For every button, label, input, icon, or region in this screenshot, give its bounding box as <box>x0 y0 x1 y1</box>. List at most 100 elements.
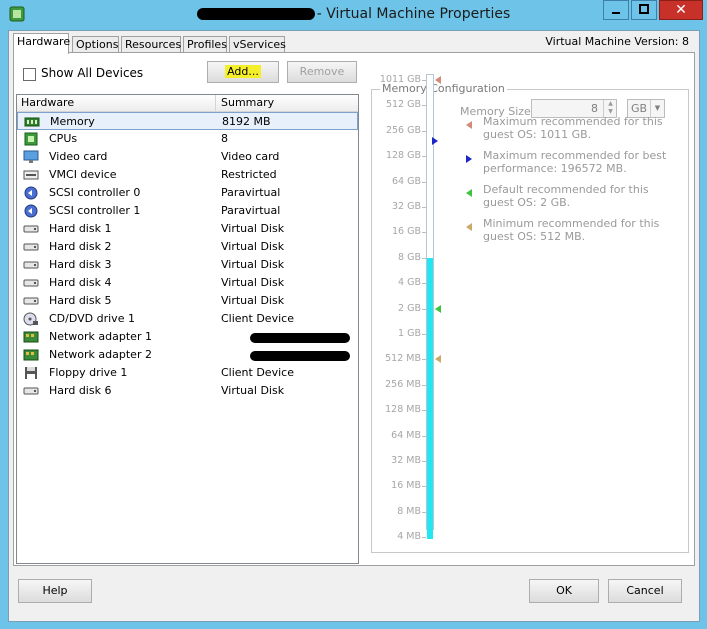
network-icon <box>23 331 39 343</box>
close-button[interactable]: ✕ <box>659 0 703 20</box>
memory-marker-0 <box>435 76 441 84</box>
title-bar[interactable]: - Virtual Machine Properties ✕ <box>0 0 707 30</box>
device-summary: Video card <box>221 150 280 163</box>
scale-label: 256 MB <box>385 378 421 390</box>
spin-down-icon: ▼ <box>608 108 613 115</box>
device-row-video-card[interactable]: Video card Video card <box>17 148 358 166</box>
recommendation-marker-icon <box>466 223 472 231</box>
tab-resources[interactable]: Resources <box>121 36 181 53</box>
tab-hardware[interactable]: Hardware <box>13 33 70 54</box>
device-row-scsi-controller-1[interactable]: SCSI controller 1 Paravirtual <box>17 202 358 220</box>
column-header-hardware[interactable]: Hardware <box>21 96 74 109</box>
device-summary: Virtual Disk <box>221 294 285 307</box>
monitor-icon <box>23 150 39 163</box>
device-name: Network adapter 1 <box>49 330 152 343</box>
redacted-network-summary <box>250 351 350 361</box>
show-all-devices-checkbox[interactable] <box>23 68 36 81</box>
column-header-summary[interactable]: Summary <box>221 96 274 109</box>
device-summary: 8192 MB <box>222 115 271 128</box>
device-summary: Paravirtual <box>221 204 281 217</box>
memory-marker-2 <box>435 304 441 313</box>
add-button[interactable]: Add... <box>207 61 279 83</box>
cdrom-icon <box>23 312 38 326</box>
recommendation-text: Maximum recommended for best performance… <box>483 149 667 175</box>
device-name: Network adapter 2 <box>49 348 152 361</box>
recommendation-marker-icon <box>466 155 472 163</box>
scale-label: 512 GB <box>385 99 421 111</box>
device-row-hard-disk-3[interactable]: Hard disk 3 Virtual Disk <box>17 256 358 274</box>
show-all-devices-label[interactable]: Show All Devices <box>41 66 143 80</box>
tab-vservices[interactable]: vServices <box>229 36 286 53</box>
vmci-icon <box>23 170 39 180</box>
device-row-hard-disk-4[interactable]: Hard disk 4 Virtual Disk <box>17 274 358 292</box>
device-name: Hard disk 3 <box>49 258 112 271</box>
device-row-floppy-drive-1[interactable]: Floppy drive 1 Client Device <box>17 364 358 382</box>
tab-options[interactable]: Options <box>72 36 119 53</box>
scale-label: 32 MB <box>391 455 421 466</box>
device-name: Hard disk 5 <box>49 294 112 307</box>
harddisk-icon <box>23 387 39 395</box>
add-button-label: Add... <box>225 65 261 78</box>
device-name: VMCI device <box>49 168 117 181</box>
memory-marker-3 <box>435 355 441 364</box>
device-row-memory[interactable]: Memory 8192 MB <box>17 112 358 130</box>
recommendation-text: Maximum recommended for this guest OS: 1… <box>483 115 663 141</box>
scale-label: 16 MB <box>391 480 421 492</box>
device-row-network-adapter-2[interactable]: Network adapter 2 <box>17 346 358 364</box>
recommendation-marker-icon <box>466 189 472 197</box>
device-summary: Virtual Disk <box>221 384 285 397</box>
memory-icon <box>24 117 40 127</box>
scale-label: 4 MB <box>397 531 421 543</box>
column-separator[interactable] <box>215 95 216 111</box>
device-summary: Virtual Disk <box>221 222 285 235</box>
device-row-hard-disk-1[interactable]: Hard disk 1 Virtual Disk <box>17 220 358 238</box>
device-row-cpus[interactable]: CPUs 8 <box>17 130 358 148</box>
device-name: Floppy drive 1 <box>49 366 128 379</box>
close-icon: ✕ <box>675 2 687 18</box>
window-title: - Virtual Machine Properties <box>0 6 707 22</box>
device-name: Hard disk 1 <box>49 222 112 235</box>
device-row-network-adapter-1[interactable]: Network adapter 1 <box>17 328 358 346</box>
help-button[interactable]: Help <box>18 579 92 603</box>
redacted-vm-name <box>196 8 315 20</box>
harddisk-icon <box>23 243 39 251</box>
device-name: Memory <box>50 115 95 128</box>
network-icon <box>23 349 39 361</box>
spin-up-icon: ▲ <box>608 100 613 107</box>
memory-unit-value: GB <box>631 102 648 115</box>
redacted-network-summary <box>250 333 350 343</box>
scale-label: 4 GB <box>398 277 421 289</box>
device-row-hard-disk-6[interactable]: Hard disk 6 Virtual Disk <box>17 382 358 400</box>
scale-label: 64 GB <box>392 175 421 187</box>
floppy-icon <box>25 367 37 379</box>
device-summary: Virtual Disk <box>221 240 285 253</box>
scale-label: 8 MB <box>397 505 421 517</box>
device-summary: Restricted <box>221 168 277 181</box>
device-name: Hard disk 2 <box>49 240 112 253</box>
ok-button[interactable]: OK <box>529 579 599 603</box>
tab-profiles[interactable]: Profiles <box>183 36 227 53</box>
maximize-button[interactable] <box>631 0 657 20</box>
device-summary: 8 <box>221 132 228 145</box>
device-row-cd-dvd-drive-1[interactable]: CD/DVD drive 1 Client Device <box>17 310 358 328</box>
harddisk-icon <box>23 261 39 269</box>
scsi-icon <box>24 186 38 200</box>
scale-label: 8 GB <box>398 251 421 263</box>
remove-button[interactable]: Remove <box>287 61 357 83</box>
scale-label: 256 GB <box>385 124 421 136</box>
scale-label: 1011 GB <box>379 74 421 85</box>
device-name: SCSI controller 0 <box>49 186 141 199</box>
device-summary: Client Device <box>221 312 294 325</box>
cancel-button[interactable]: Cancel <box>608 579 682 603</box>
device-name: Hard disk 4 <box>49 276 112 289</box>
device-name: Hard disk 6 <box>49 384 112 397</box>
hardware-tab-panel: Show All Devices Add... Remove Hardware … <box>13 52 695 566</box>
device-row-scsi-controller-0[interactable]: SCSI controller 0 Paravirtual <box>17 184 358 202</box>
minimize-icon <box>612 12 620 14</box>
device-row-vmci-device[interactable]: VMCI device Restricted <box>17 166 358 184</box>
scale-label: 2 GB <box>398 302 421 314</box>
minimize-button[interactable] <box>603 0 629 20</box>
device-row-hard-disk-2[interactable]: Hard disk 2 Virtual Disk <box>17 238 358 256</box>
hardware-device-list[interactable]: Hardware Summary Memory 8192 MB CPUs 8 Video… <box>16 94 359 564</box>
device-row-hard-disk-5[interactable]: Hard disk 5 Virtual Disk <box>17 292 358 310</box>
